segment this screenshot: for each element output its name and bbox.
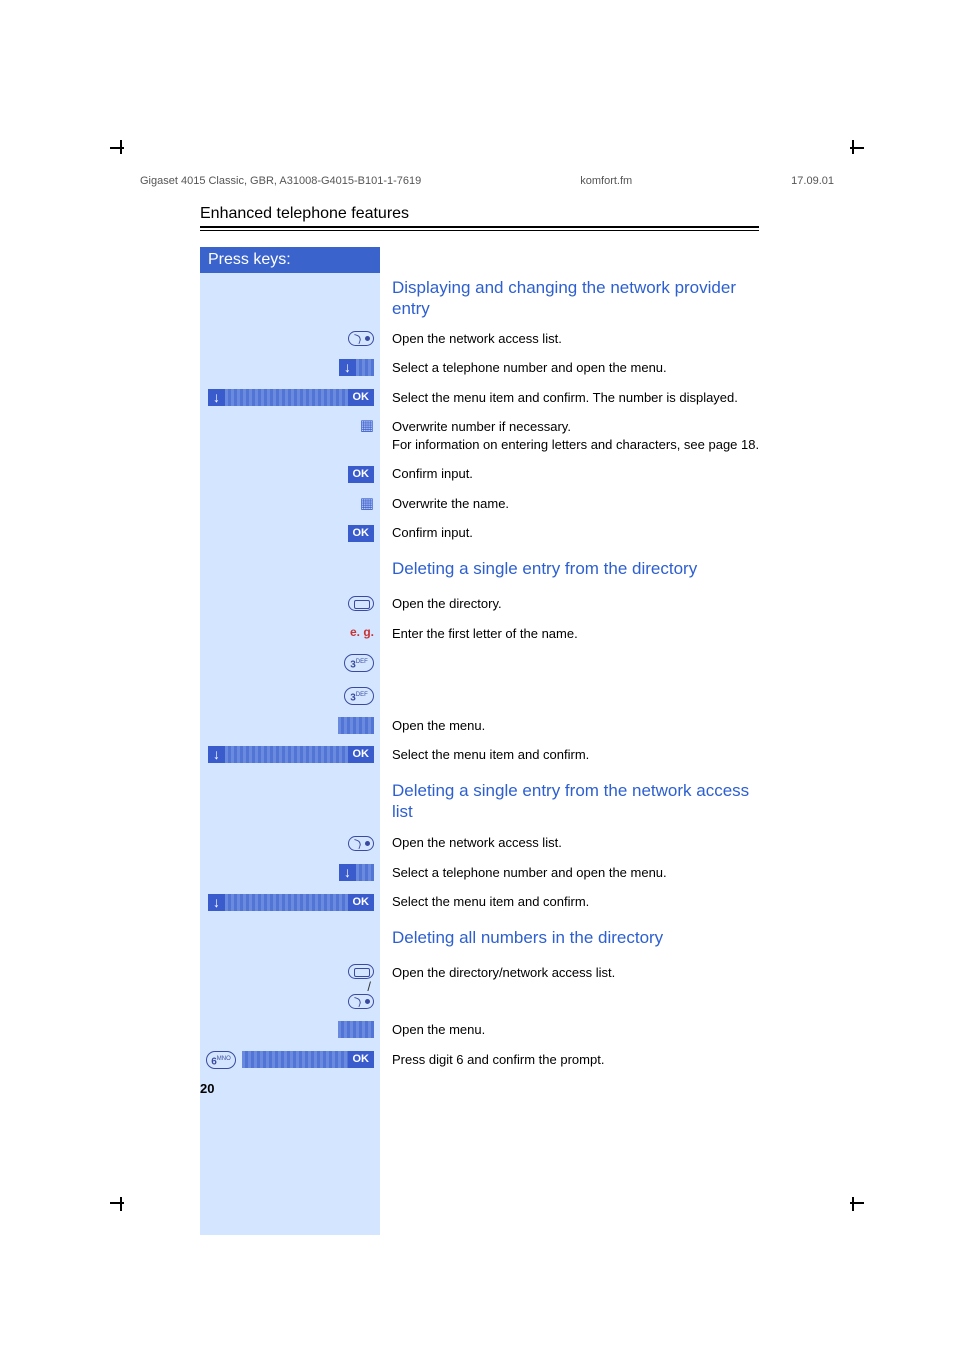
ok-label: OK [348, 525, 375, 542]
heading-delete-all: Deleting all numbers in the directory [380, 917, 663, 958]
key-cell: ▦ [200, 412, 380, 459]
step-text: Confirm input. [380, 518, 760, 548]
section-title: Enhanced telephone features [200, 205, 759, 226]
key-cell [200, 828, 380, 858]
slash: / [367, 979, 371, 994]
ok-label: OK [348, 1051, 375, 1068]
rule-thin [200, 230, 759, 231]
key-cell [200, 711, 380, 741]
left-spacer [200, 770, 380, 829]
step-text: Press digit 6 and confirm the prompt. [380, 1045, 760, 1075]
key-cell: OK [200, 459, 380, 489]
down-arrow-icon: ↓ [339, 864, 356, 881]
step-text: Open the network access list. [380, 324, 760, 354]
step-text: Enter the first letter of the name. [380, 619, 760, 711]
step-text: Open the network access list. [380, 828, 760, 858]
step-text: Open the directory. [380, 589, 760, 619]
crop-mark-tr [840, 140, 854, 154]
step-text: Open the menu. [380, 1015, 760, 1045]
step-text: Overwrite the name. [380, 489, 760, 519]
ok-label: OK [348, 466, 375, 483]
heading-delete-network-entry: Deleting a single entry from the network… [380, 770, 760, 829]
key-3-icon: 3DEF [344, 687, 374, 705]
content: Press keys: Displaying and changing the … [200, 247, 760, 1235]
redial-key-icon [348, 994, 374, 1009]
softkey-mid [225, 746, 348, 763]
redial-key-icon [348, 331, 374, 346]
left-fill [200, 1075, 380, 1235]
softkey-mid [242, 1051, 348, 1068]
step-text: Confirm input. [380, 459, 760, 489]
softkey-mid [338, 1021, 374, 1038]
key-cell: ↓ OK [200, 887, 380, 917]
left-spacer [200, 273, 380, 324]
down-arrow-icon: ↓ [208, 389, 225, 406]
section-title-wrap: Enhanced telephone features [200, 205, 759, 231]
directory-key-icon [348, 964, 374, 979]
eg-label: e. g. [350, 625, 374, 639]
softkey-mid [356, 359, 374, 376]
directory-key-icon [348, 596, 374, 611]
step-text: Select a telephone number and open the m… [380, 858, 760, 888]
softkey-mid [225, 894, 348, 911]
key-cell: OK [200, 518, 380, 548]
crop-mark-tl [120, 140, 134, 154]
softkey-mid [225, 389, 348, 406]
step-text: Select the menu item and confirm. [380, 887, 760, 917]
key-cell: ↓ [200, 858, 380, 888]
rule-thick [200, 226, 759, 228]
step-text: Select a telephone number and open the m… [380, 353, 760, 383]
ok-label: OK [348, 746, 375, 763]
step-text: Select the menu item and confirm. The nu… [380, 383, 760, 413]
down-arrow-icon: ↓ [208, 894, 225, 911]
step-text: Overwrite number if necessary. For infor… [380, 412, 760, 459]
key-3-icon: 3DEF [344, 654, 374, 672]
page-header: Gigaset 4015 Classic, GBR, A31008-G4015-… [140, 175, 834, 187]
doc-file: komfort.fm [580, 175, 632, 187]
key-cell: e. g. 3DEF 3DEF [200, 619, 380, 711]
left-spacer [200, 548, 380, 589]
key-cell: / [200, 958, 380, 1015]
doc-id: Gigaset 4015 Classic, GBR, A31008-G4015-… [140, 175, 421, 187]
key-cell: 6MNO OK [200, 1045, 380, 1075]
key-cell [200, 589, 380, 619]
key-cell [200, 324, 380, 354]
keypad-icon: ▦ [360, 418, 374, 433]
left-spacer [200, 917, 380, 958]
keypad-icon: ▦ [360, 496, 374, 511]
key-cell: ↓ OK [200, 740, 380, 770]
page-number: 20 [200, 1081, 214, 1096]
doc-date: 17.09.01 [791, 175, 834, 187]
press-keys-bar: Press keys: [200, 247, 380, 273]
key-cell [200, 1015, 380, 1045]
crop-mark-bl [120, 1197, 134, 1211]
step-text: Select the menu item and confirm. [380, 740, 760, 770]
key-6-icon: 6MNO [206, 1051, 236, 1069]
softkey-mid [356, 864, 374, 881]
down-arrow-icon: ↓ [208, 746, 225, 763]
heading-delete-dir-entry: Deleting a single entry from the directo… [380, 548, 697, 589]
key-cell: ▦ [200, 489, 380, 519]
heading-network-provider: Displaying and changing the network prov… [380, 273, 760, 324]
ok-label: OK [348, 894, 375, 911]
down-arrow-icon: ↓ [339, 359, 356, 376]
softkey-mid [338, 717, 374, 734]
step-text: Open the directory/network access list. [380, 958, 760, 1015]
key-cell: ↓ [200, 353, 380, 383]
ok-label: OK [348, 389, 375, 406]
step-text: Open the menu. [380, 711, 760, 741]
redial-key-icon [348, 836, 374, 851]
key-cell: ↓ OK [200, 383, 380, 413]
crop-mark-br [840, 1197, 854, 1211]
